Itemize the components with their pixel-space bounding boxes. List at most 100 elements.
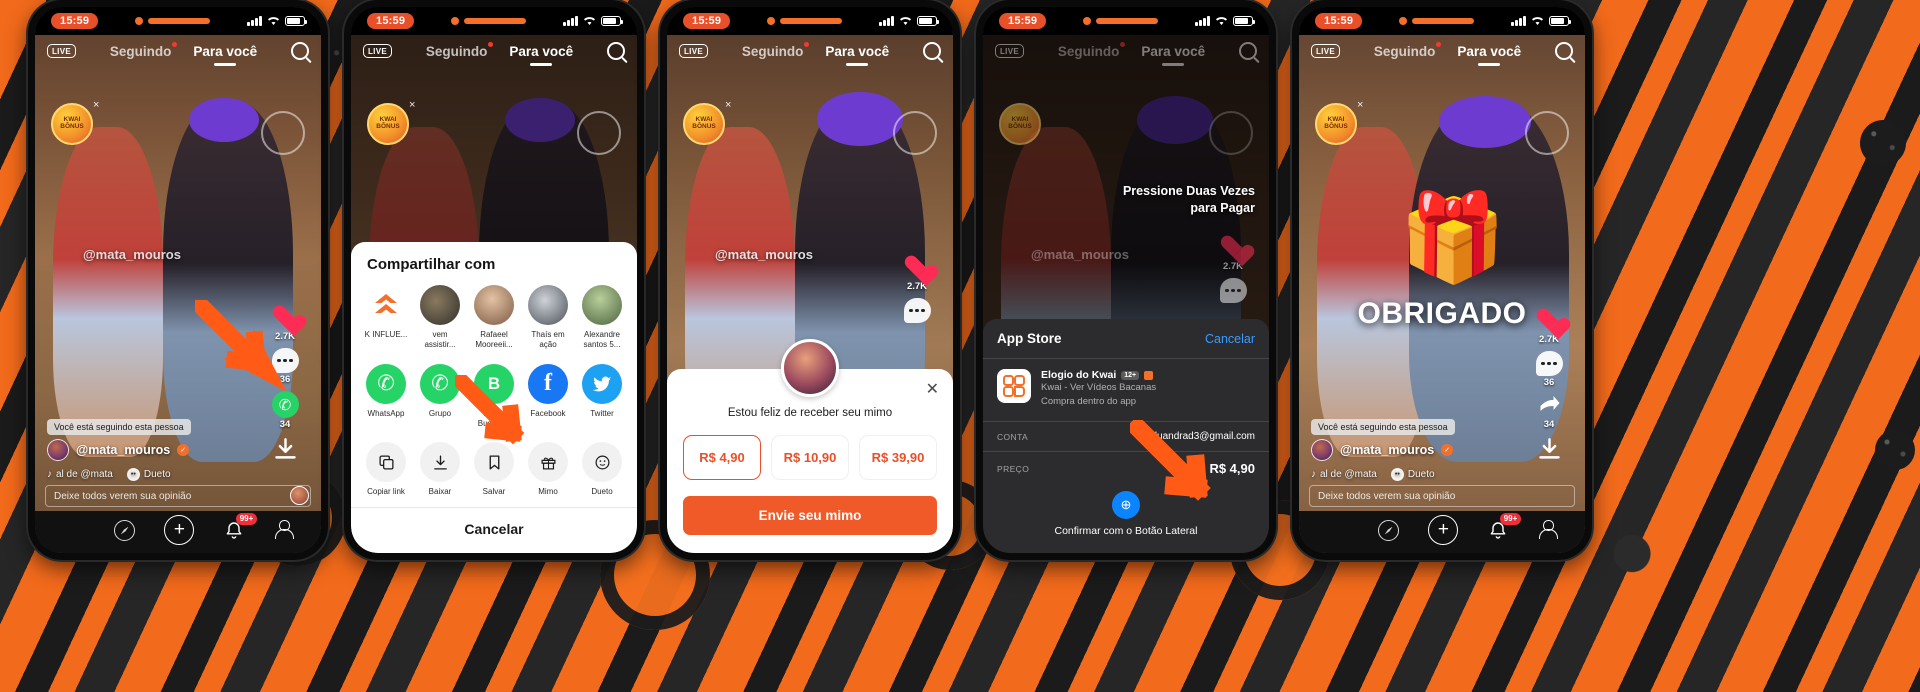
price-option[interactable]: R$ 10,90 (771, 435, 849, 480)
action-salvar[interactable]: Salvar (471, 442, 517, 497)
tab-seguindo[interactable]: Seguindo (1374, 41, 1441, 59)
share-button[interactable]: 34 (1536, 394, 1563, 430)
share-app-whatsapp[interactable]: ✆ WhatsApp (363, 363, 409, 429)
duet-info[interactable]: •• Dueto (1390, 468, 1435, 481)
app-store-cancel-button[interactable]: Cancelar (1205, 332, 1255, 346)
kwai-bonus-badge[interactable]: KWAI BÔNUS (683, 103, 725, 145)
action-copiar-link[interactable]: Copiar link (363, 442, 409, 497)
share-app-facebook[interactable]: f Facebook (525, 363, 571, 429)
share-apps-row[interactable]: ✆ WhatsApp ✆ Grupo B Whats Business f Fa… (351, 362, 637, 441)
live-button[interactable]: LIVE (363, 44, 392, 58)
tab-para-voce[interactable]: Para você (825, 44, 889, 66)
tab-seguindo[interactable]: Seguindo (742, 41, 809, 59)
price-option[interactable]: R$ 39,90 (859, 435, 937, 480)
comment-button[interactable] (1219, 278, 1247, 303)
kwai-bonus-badge[interactable]: KWAI BÔNUS (999, 103, 1041, 145)
close-bonus-icon[interactable]: × (725, 99, 731, 111)
app-store-account-row: CONTA kaduandrad3@gmail.com (983, 421, 1269, 451)
search-icon[interactable] (1555, 42, 1573, 60)
verified-icon: ✓ (1441, 444, 1454, 456)
download-button[interactable] (272, 436, 299, 463)
share-cancel-button[interactable]: Cancelar (351, 507, 637, 553)
search-icon[interactable] (1239, 42, 1257, 60)
kwai-bonus-badge[interactable]: KWAI BÔNUS (51, 103, 93, 145)
close-icon[interactable]: ✕ (926, 379, 939, 399)
tab-seguindo[interactable]: Seguindo (426, 41, 493, 59)
live-button[interactable]: LIVE (47, 44, 76, 58)
plus-icon[interactable]: + (164, 515, 195, 545)
tab-para-voce[interactable]: Para você (1141, 44, 1205, 66)
kwai-logo-icon (366, 285, 406, 325)
music-info[interactable]: ♪ al de @mata (47, 469, 113, 480)
action-mimo[interactable]: Mimo (525, 442, 571, 497)
tab-para-voce[interactable]: Para você (193, 44, 257, 66)
search-icon[interactable] (291, 42, 309, 60)
plus-icon[interactable]: + (1428, 515, 1459, 545)
dynamic-island (451, 17, 527, 25)
comment-button[interactable]: 36 (1535, 351, 1563, 388)
action-dueto[interactable]: Dueto (579, 442, 625, 497)
status-time: 15:59 (999, 13, 1047, 29)
share-contact[interactable]: Thaís em ação (525, 285, 571, 350)
camera-dot-icon (1399, 17, 1408, 25)
compass-icon[interactable] (1377, 519, 1399, 541)
tab-para-voce[interactable]: Para você (509, 44, 573, 66)
top-nav: LIVE Seguindo Para você (983, 35, 1269, 67)
price-option-selected[interactable]: R$ 4,90 (683, 435, 761, 480)
comment-avatar[interactable] (290, 486, 309, 505)
music-info[interactable]: ♪ al de @mata (1311, 469, 1377, 480)
island-pill (464, 18, 527, 24)
author-line[interactable]: @mata_mouros ✓ (47, 439, 190, 461)
search-icon[interactable] (923, 42, 941, 60)
person-icon[interactable] (274, 520, 294, 540)
comment-input[interactable]: Deixe todos verem sua opinião (1309, 485, 1575, 507)
share-contact[interactable]: vem assistir... (417, 285, 463, 350)
tab-seguindo[interactable]: Seguindo (1058, 41, 1125, 59)
avatar[interactable] (47, 439, 69, 461)
app-store-app-name: Elogio do Kwai (1041, 369, 1117, 382)
share-actions-row[interactable]: Copiar link Baixar Salvar Mimo Dueto (351, 440, 637, 507)
tab-seguindo[interactable]: Seguindo (110, 41, 177, 59)
share-app-twitter[interactable]: Twitter (579, 363, 625, 429)
like-button[interactable]: 2.7K (272, 306, 298, 342)
comment-button[interactable] (903, 298, 931, 323)
whatsapp-share-button[interactable]: ✆ 34 (271, 391, 299, 430)
action-baixar[interactable]: Baixar (417, 442, 463, 497)
bell-icon[interactable]: 99+ (1488, 512, 1522, 541)
download-button[interactable] (1536, 436, 1563, 463)
close-bonus-icon[interactable]: × (1357, 99, 1363, 111)
share-app-grupo[interactable]: ✆ Grupo (417, 363, 463, 429)
like-button[interactable]: 2.7K (904, 256, 930, 292)
live-button[interactable]: LIVE (995, 44, 1024, 58)
compass-icon[interactable] (113, 519, 135, 541)
share-app-whatsapp-business[interactable]: B Whats Business (471, 363, 517, 429)
person-icon[interactable] (1538, 520, 1558, 540)
kwai-bonus-badge[interactable]: KWAI BÔNUS (367, 103, 409, 145)
close-bonus-icon[interactable]: × (93, 99, 99, 111)
status-time: 15:59 (51, 13, 99, 29)
close-bonus-icon[interactable]: × (409, 99, 415, 111)
comment-button[interactable]: 36 (271, 348, 299, 385)
share-contacts-row[interactable]: K INFLUE... vem assistir... Rafaeel Moor… (351, 285, 637, 362)
mimo-message: Estou feliz de receber seu mimo (727, 407, 893, 419)
share-app-label: WhatsApp (367, 408, 405, 418)
send-mimo-button[interactable]: Envie seu mimo (683, 496, 937, 535)
bell-icon[interactable]: 99+ (224, 512, 258, 541)
search-icon[interactable] (607, 42, 625, 60)
action-label: Copiar link (367, 487, 405, 497)
share-contact[interactable]: Alexandre santos 5... (579, 285, 625, 350)
live-button[interactable]: LIVE (679, 44, 708, 58)
share-contact[interactable]: Rafaeel Mooreeii... (471, 285, 517, 350)
kwai-bonus-badge[interactable]: KWAI BÔNUS (1315, 103, 1357, 145)
avatar[interactable] (1311, 439, 1333, 461)
tab-para-voce[interactable]: Para você (1457, 44, 1521, 66)
comment-input[interactable]: Deixe todos verem sua opinião (45, 485, 311, 507)
like-button[interactable]: 2.7K (1220, 236, 1246, 272)
live-button[interactable]: LIVE (1311, 44, 1340, 58)
comment-icon (903, 298, 931, 323)
feed-tabs: Seguindo Para você (76, 41, 291, 66)
duet-info[interactable]: •• Dueto (126, 468, 171, 481)
author-line[interactable]: @mata_mouros ✓ (1311, 439, 1454, 461)
download-icon (420, 442, 460, 483)
share-contact[interactable]: K INFLUE... (363, 285, 409, 350)
